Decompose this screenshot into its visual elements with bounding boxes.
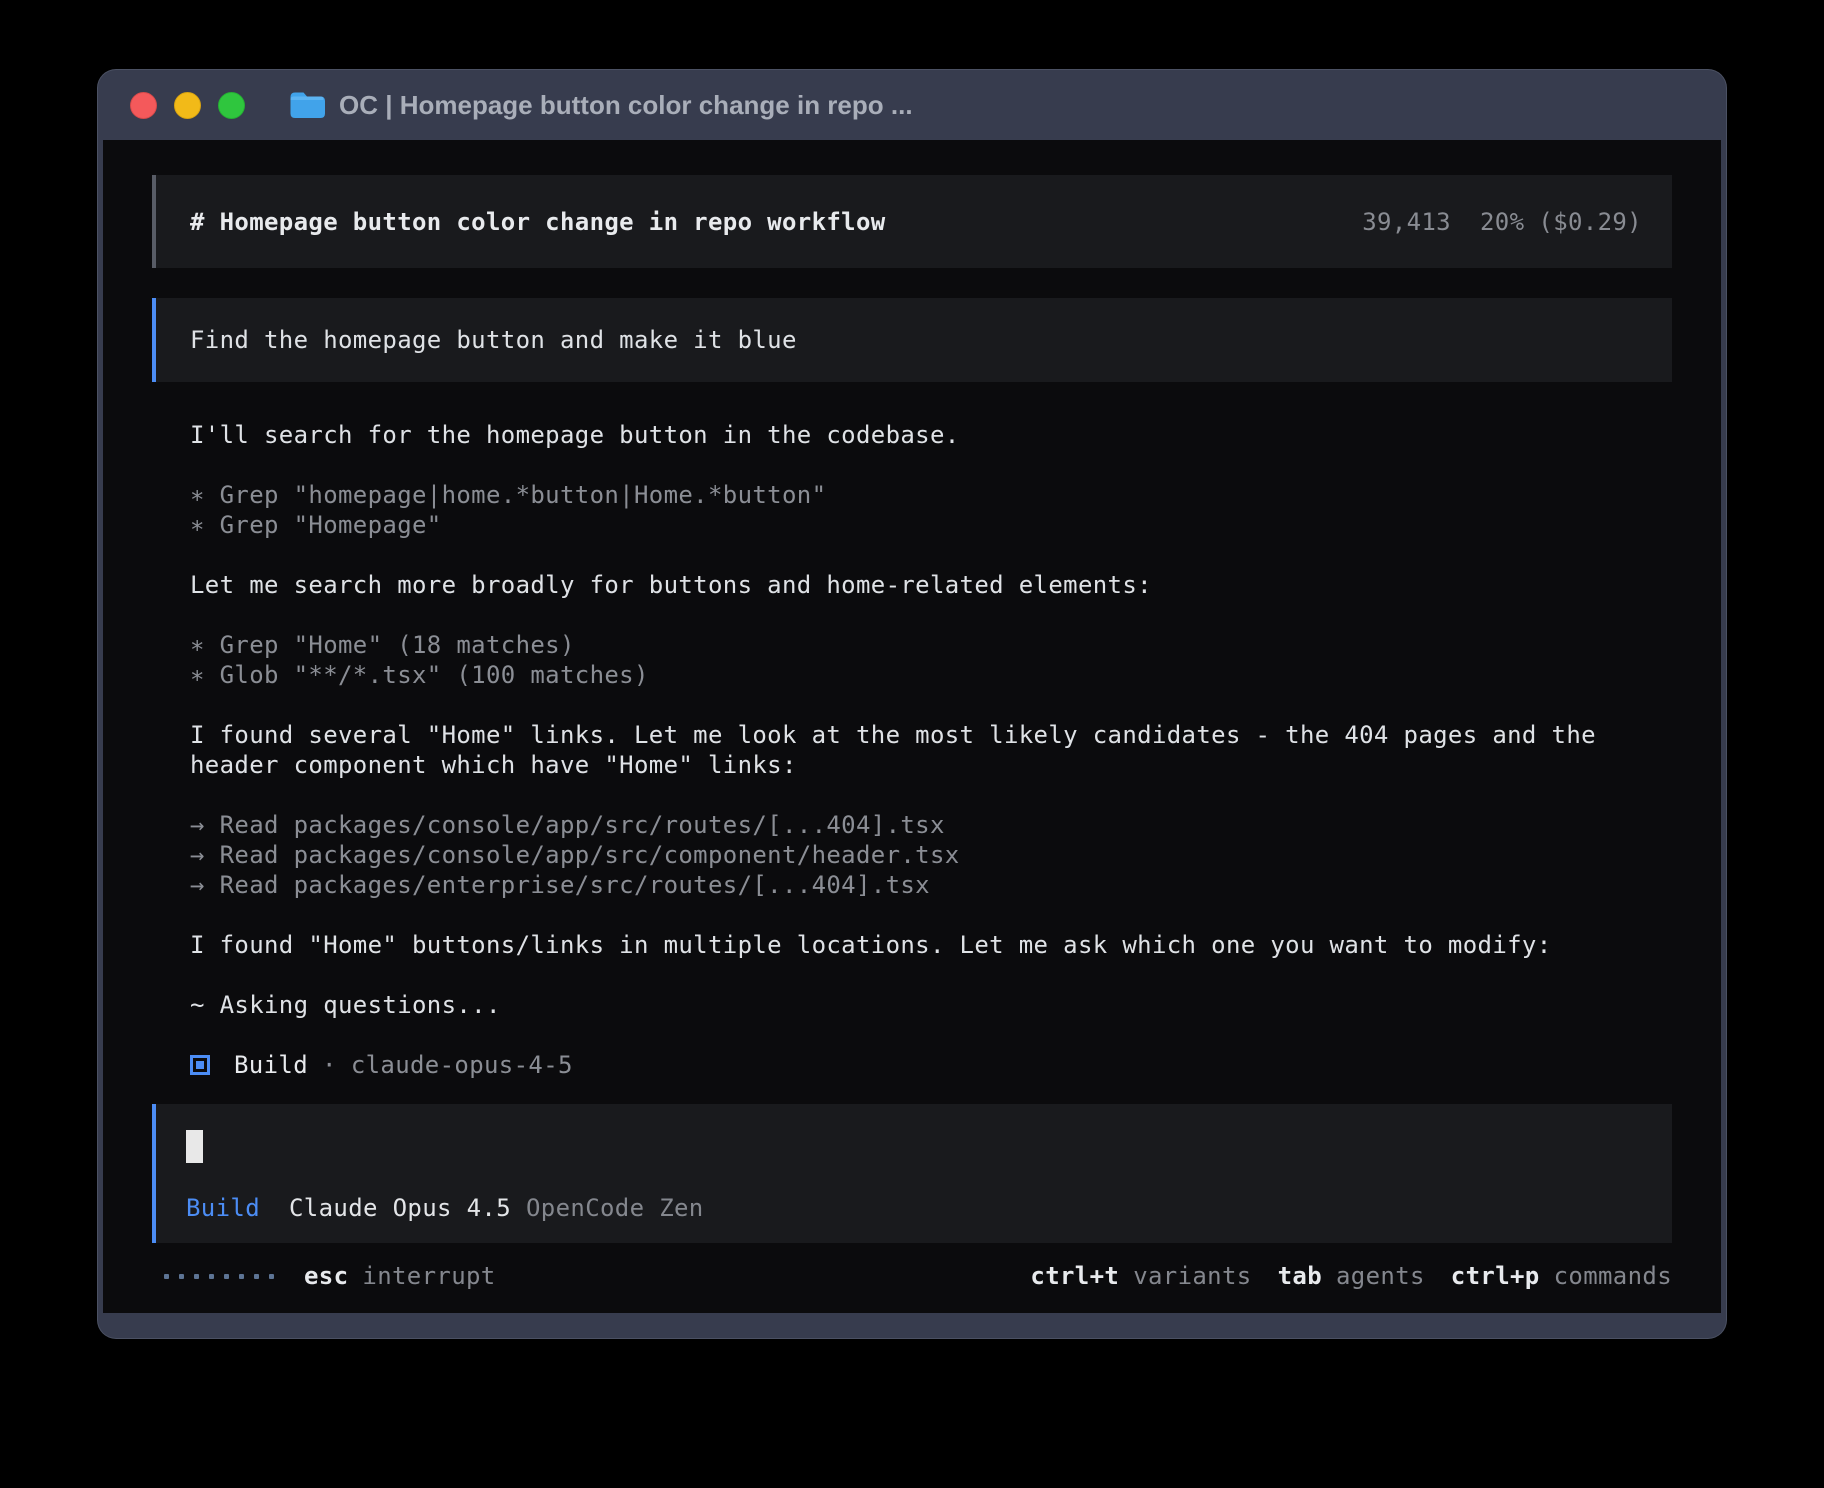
- working-status: ~ Asking questions...: [190, 990, 1672, 1020]
- user-message: Find the homepage button and make it blu…: [152, 298, 1672, 382]
- commands-label: commands: [1554, 1261, 1672, 1291]
- read-tool-call: → Read packages/console/app/src/routes/[…: [190, 810, 1672, 840]
- session-cost: ($0.29): [1538, 207, 1642, 237]
- agent-model: claude-opus-4-5: [351, 1050, 573, 1080]
- agent-name: Build: [234, 1050, 308, 1080]
- agent-badge: Build · claude-opus-4-5: [190, 1050, 1672, 1080]
- zoom-button[interactable]: [218, 92, 245, 119]
- tool-call-group: → Read packages/console/app/src/routes/[…: [190, 810, 1672, 900]
- minimize-button[interactable]: [174, 92, 201, 119]
- esc-label: interrupt: [362, 1261, 495, 1291]
- agents-label: agents: [1336, 1261, 1425, 1291]
- model-status-line: Build Claude Opus 4.5 OpenCode Zen: [186, 1193, 1672, 1223]
- grep-tool-call: ∗ Grep "homepage|home.*button|Home.*butt…: [190, 480, 1672, 510]
- assistant-paragraph: I'll search for the homepage button in t…: [190, 420, 1672, 450]
- traffic-lights: [130, 92, 245, 119]
- terminal-content: # Homepage button color change in repo w…: [103, 140, 1721, 1313]
- session-title: # Homepage button color change in repo w…: [190, 207, 886, 237]
- esc-key: esc: [304, 1261, 348, 1291]
- agents-hint: tab agents: [1278, 1261, 1425, 1291]
- text-cursor: [186, 1130, 203, 1163]
- session-header: # Homepage button color change in repo w…: [152, 175, 1672, 268]
- assistant-paragraph: I found "Home" buttons/links in multiple…: [190, 930, 1672, 960]
- grep-tool-call: ∗ Grep "Home" (18 matches): [190, 630, 1672, 660]
- folder-icon: [289, 90, 325, 120]
- ctrl-t-key: ctrl+t: [1030, 1261, 1119, 1291]
- read-tool-call: → Read packages/console/app/src/componen…: [190, 840, 1672, 870]
- esc-hint: esc interrupt: [304, 1261, 496, 1291]
- context-percent: 20%: [1480, 207, 1524, 237]
- titlebar[interactable]: OC | Homepage button color change in rep…: [103, 70, 1721, 140]
- assistant-paragraph: I found several "Home" links. Let me loo…: [190, 720, 1672, 780]
- variants-label: variants: [1133, 1261, 1251, 1291]
- read-tool-call: → Read packages/enterprise/src/routes/[.…: [190, 870, 1672, 900]
- prompt-input[interactable]: Build Claude Opus 4.5 OpenCode Zen: [152, 1104, 1672, 1243]
- terminal-window: OC | Homepage button color change in rep…: [98, 70, 1726, 1338]
- session-stats: 39,413 20% ($0.29): [1362, 207, 1642, 237]
- glob-tool-call: ∗ Glob "**/*.tsx" (100 matches): [190, 660, 1672, 690]
- user-message-text: Find the homepage button and make it blu…: [190, 325, 797, 355]
- tool-call-group: ∗ Grep "Home" (18 matches) ∗ Glob "**/*.…: [190, 630, 1672, 690]
- token-count: 39,413: [1362, 207, 1451, 237]
- grep-tool-call: ∗ Grep "Homepage": [190, 510, 1672, 540]
- build-agent-icon: [190, 1055, 210, 1075]
- spinner-dots: [164, 1274, 274, 1279]
- tab-key: tab: [1278, 1261, 1322, 1291]
- status-bar: esc interrupt ctrl+t variants tab agents…: [152, 1261, 1672, 1291]
- mode-indicator[interactable]: Build: [186, 1193, 260, 1223]
- commands-hint: ctrl+p commands: [1451, 1261, 1672, 1291]
- variants-hint: ctrl+t variants: [1030, 1261, 1251, 1291]
- agent-separator: ·: [322, 1050, 337, 1080]
- assistant-paragraph: Let me search more broadly for buttons a…: [190, 570, 1672, 600]
- model-name[interactable]: Claude Opus 4.5: [289, 1193, 511, 1223]
- close-button[interactable]: [130, 92, 157, 119]
- provider-name: OpenCode Zen: [526, 1193, 704, 1223]
- ctrl-p-key: ctrl+p: [1451, 1261, 1540, 1291]
- tool-call-group: ∗ Grep "homepage|home.*button|Home.*butt…: [190, 480, 1672, 540]
- assistant-response: I'll search for the homepage button in t…: [152, 420, 1672, 1080]
- window-title: OC | Homepage button color change in rep…: [339, 90, 913, 121]
